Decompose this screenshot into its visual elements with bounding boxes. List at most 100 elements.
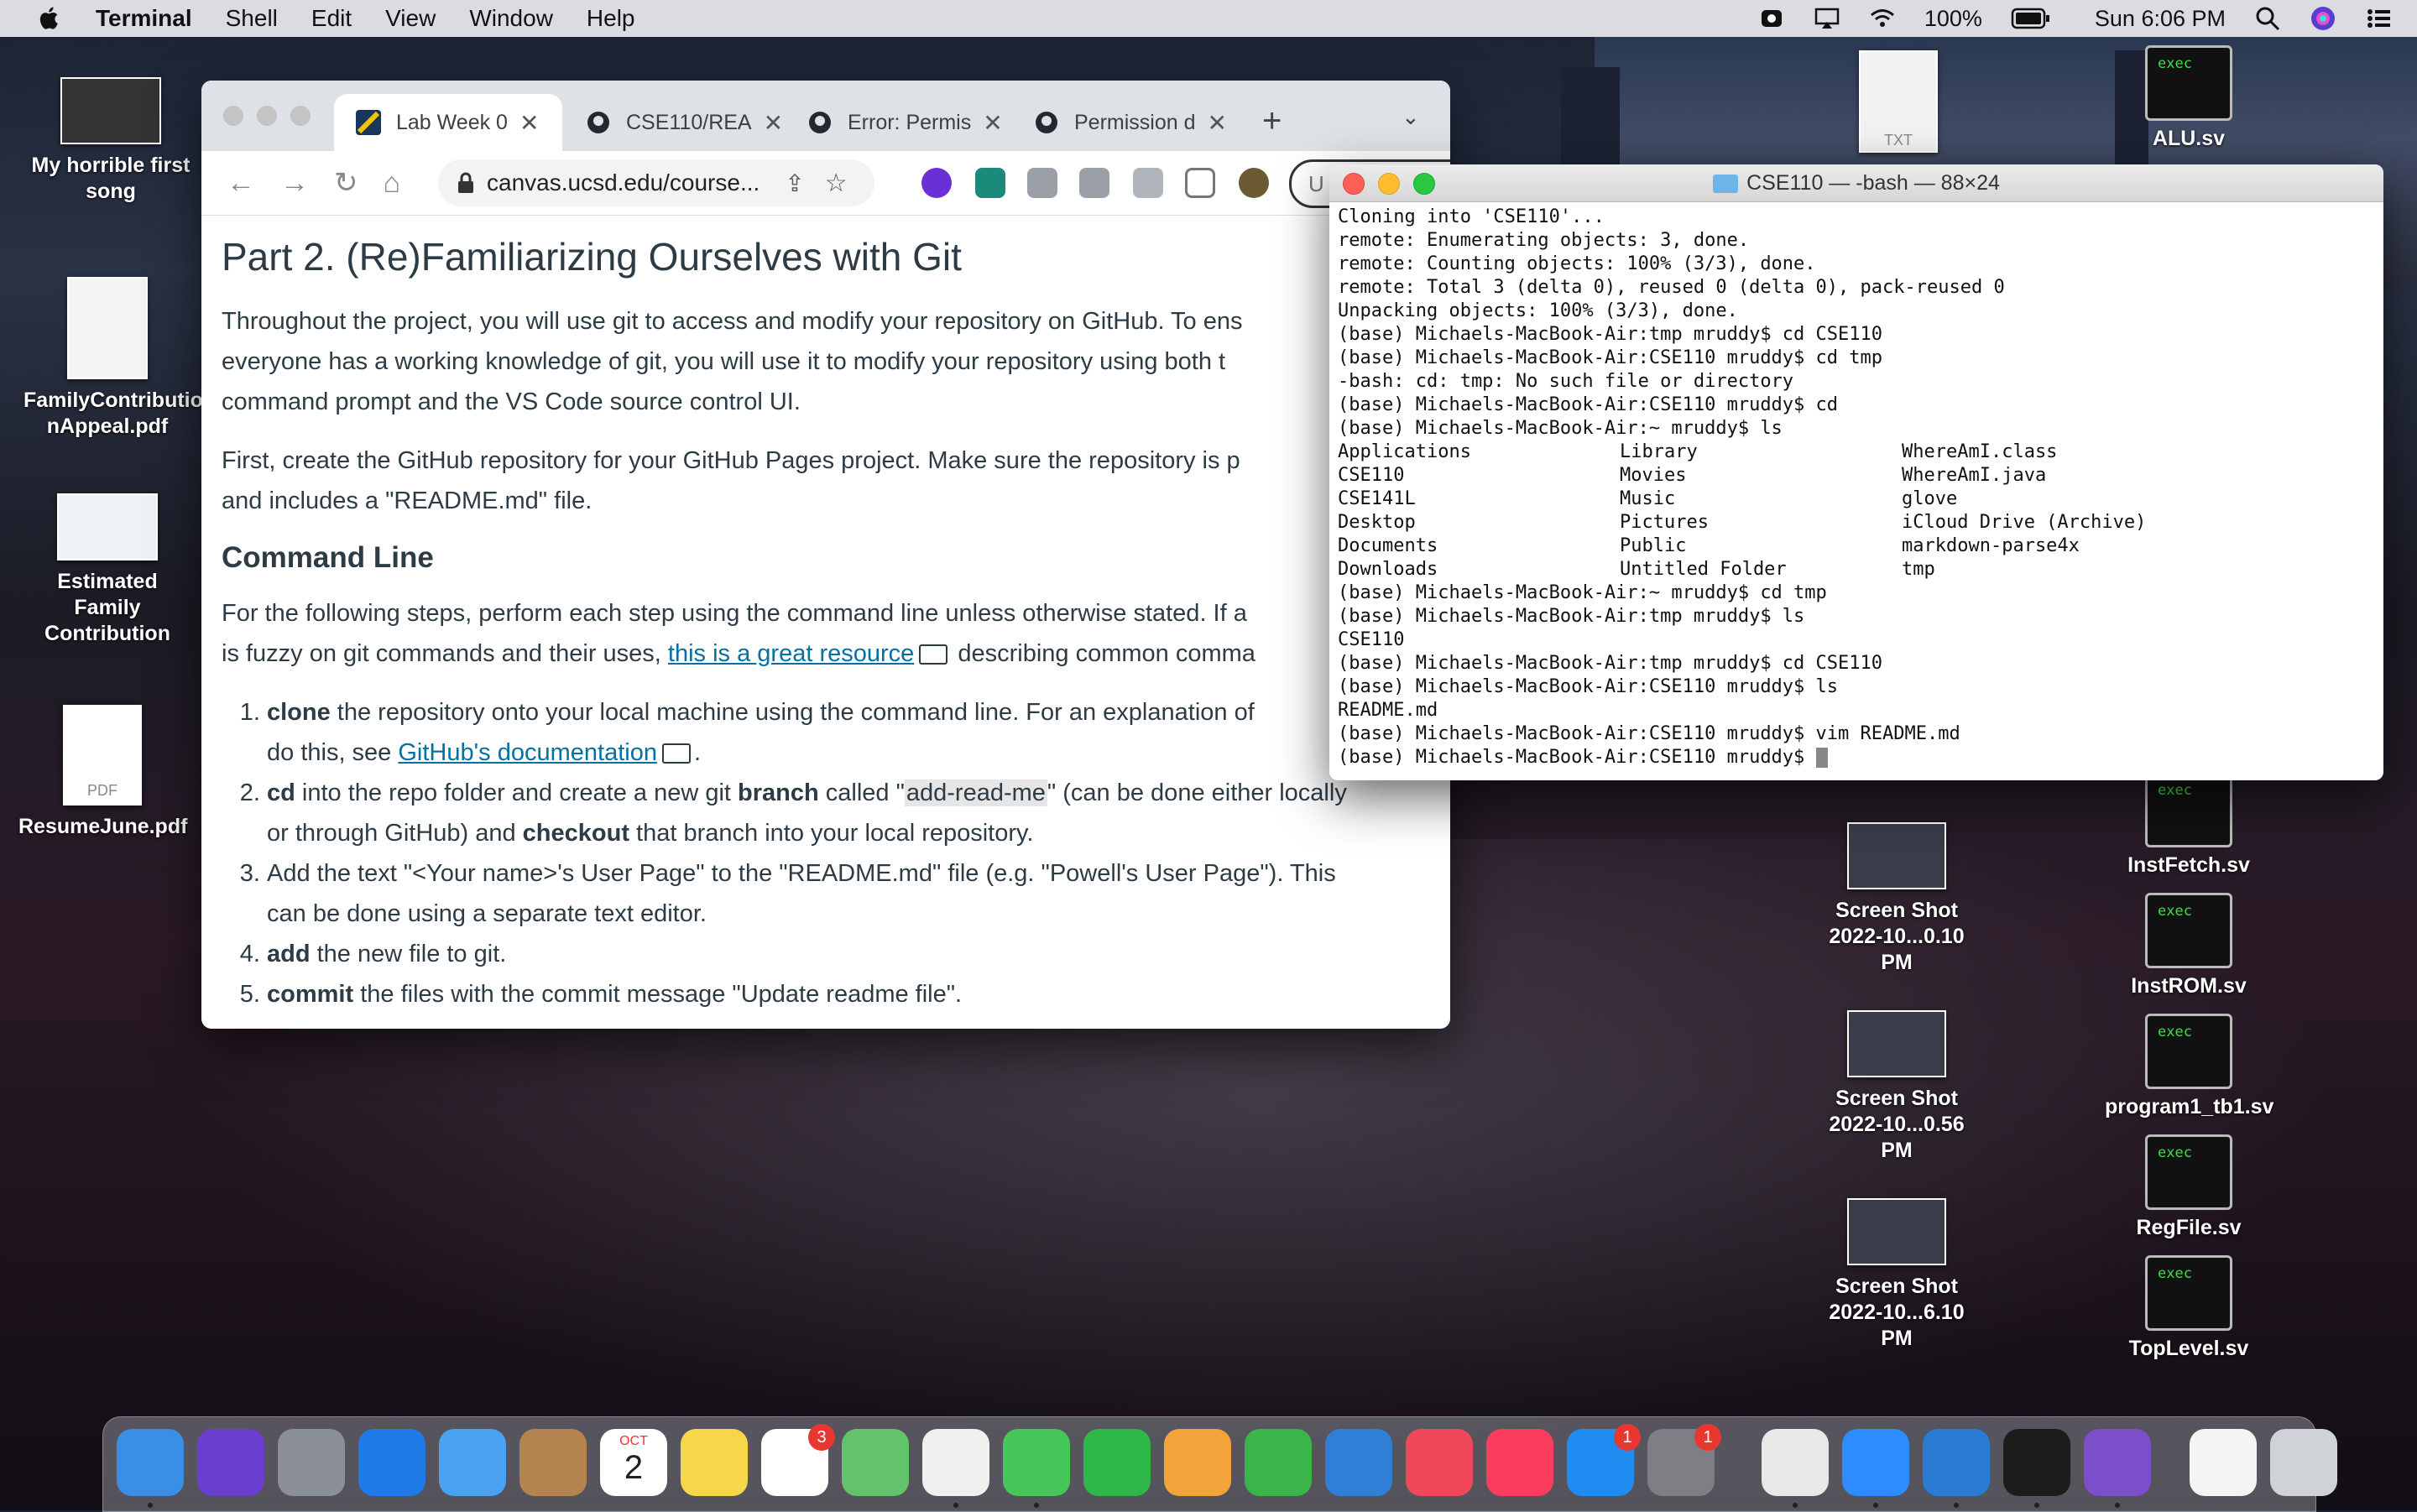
trash-icon[interactable] [2270,1429,2337,1496]
close-window-button[interactable] [223,106,243,126]
menu-app-name[interactable]: Terminal [96,5,192,32]
desktop-item-regfile[interactable]: exec RegFile.sv [2105,1134,2273,1241]
close-icon[interactable]: ✕ [983,109,1002,137]
s-extension-icon[interactable] [975,168,1005,198]
siri-icon[interactable] [2310,5,2336,32]
messages-icon[interactable] [1003,1429,1070,1496]
zoom-icon[interactable] [1842,1429,1909,1496]
maps-icon[interactable] [842,1429,909,1496]
github-desktop-icon[interactable] [2084,1429,2151,1496]
chrome-icon[interactable] [1762,1429,1829,1496]
calendar-icon[interactable]: OCT 2 [600,1429,667,1496]
lock-icon[interactable] [457,172,475,194]
minimize-window-button[interactable] [1378,173,1400,195]
battery-percent[interactable]: 100% [1924,6,1982,32]
mail-icon[interactable] [439,1429,506,1496]
address-bar[interactable]: canvas.ucsd.edu/course... ⇪ ☆ [438,159,874,206]
running-indicator [953,1503,958,1508]
terminal-line: (base) Michaels-MacBook-Air:CSE110 mrudd… [1338,394,1839,415]
contacts-icon[interactable] [519,1429,587,1496]
menu-view[interactable]: View [385,5,436,32]
terminal-output[interactable]: Cloning into 'CSE110'... remote: Enumerat… [1329,202,2383,773]
photos-icon[interactable] [922,1429,989,1496]
desktop-item-alu[interactable]: exec ALU.sv [2105,45,2273,152]
code-extension-icon[interactable] [1027,168,1057,198]
k-extension-icon[interactable] [921,168,952,198]
battery-icon[interactable] [2011,7,2051,30]
tab-lab-week-0[interactable]: Lab Week 0 ✕ [334,94,562,151]
ls-entry: Applications [1338,441,1471,462]
finder-icon[interactable] [117,1429,184,1496]
back-arrow-icon[interactable]: ← [227,167,255,200]
pages-icon[interactable] [1164,1429,1231,1496]
apple-icon[interactable] [35,4,64,33]
desktop-item-instrom[interactable]: exec InstROM.sv [2105,893,2273,999]
terminal-icon[interactable] [2003,1429,2070,1496]
desktop-item-screenshot-1[interactable]: Screen Shot 2022-10...0.10 PM [1813,822,1981,976]
new-tab-plus-icon[interactable]: + [1262,102,1282,140]
external-link-icon[interactable] [919,644,948,665]
terminal-title-bar[interactable]: CSE110 — -bash — 88×24 [1329,164,2383,202]
desktop-item-label: 2022-10...0.56 PM [1829,1113,1965,1162]
control-center-icon[interactable] [2365,5,2392,32]
close-icon[interactable]: ✕ [519,109,539,137]
close-icon[interactable]: ✕ [1208,109,1227,137]
menu-window[interactable]: Window [469,5,553,32]
terminal-prompt-line[interactable]: (base) Michaels-MacBook-Air:CSE110 mrudd… [1338,746,2375,769]
music-icon[interactable] [1486,1429,1553,1496]
notes-icon[interactable] [681,1429,748,1496]
system-preferences-icon[interactable]: 1 [1647,1424,1721,1496]
screen-record-icon[interactable] [1758,5,1785,32]
news-icon[interactable] [1406,1429,1473,1496]
desktop-item-toplevel[interactable]: exec TopLevel.sv [2105,1255,2273,1362]
desktop-item-txt-file[interactable]: TXT [1814,50,1982,161]
keynote-icon[interactable] [1325,1429,1392,1496]
reminders-icon[interactable]: 3 [761,1424,835,1496]
tab-error-permission[interactable]: Error: Permis ✕ [786,94,1010,151]
facetime-icon[interactable] [1083,1429,1151,1496]
menu-help[interactable]: Help [587,5,635,32]
menu-clock[interactable]: Sun 6:06 PM [2095,6,2226,32]
safari-icon[interactable] [358,1429,425,1496]
close-icon[interactable]: ✕ [764,109,783,137]
github-docs-link[interactable]: GitHub's documentation [398,739,657,766]
tab-cse110-readme[interactable]: CSE110/REA ✕ [564,94,784,151]
siri-icon[interactable] [197,1429,264,1496]
launchpad-icon[interactable] [278,1429,345,1496]
media-queue-icon[interactable] [1133,168,1163,198]
numbers-icon[interactable] [1245,1429,1312,1496]
tab-permission-denied[interactable]: Permission d ✕ [1012,94,1239,151]
desktop-item-screenshot-3[interactable]: Screen Shot 2022-10...6.10 PM [1813,1198,1981,1352]
url-text[interactable]: canvas.ucsd.edu/course... [487,169,760,196]
desktop-item-program1-tb1[interactable]: exec program1_tb1.sv [2105,1014,2273,1120]
airplay-icon[interactable] [1814,5,1840,32]
zoom-window-button[interactable] [290,106,311,126]
wifi-icon[interactable] [1869,5,1896,32]
desktop-item-screenshot-2[interactable]: Screen Shot 2022-10...0.56 PM [1813,1010,1981,1164]
vscode-icon[interactable] [1923,1429,1990,1496]
reload-icon[interactable]: ↻ [334,166,358,200]
desktop-item-song[interactable]: My horrible first song [27,77,195,205]
bookmark-star-icon[interactable]: ☆ [825,169,848,198]
desktop-item-estimated-family-contribution[interactable]: Estimated Family Contribution [23,493,191,647]
side-panel-icon[interactable] [1185,168,1215,198]
forward-arrow-icon[interactable]: → [280,167,309,200]
close-window-button[interactable] [1343,173,1365,195]
desktop-item-family-contribution-appeal[interactable]: FamilyContributio nAppeal.pdf [23,277,203,440]
extensions-puzzle-icon[interactable] [1079,168,1109,198]
minimize-window-button[interactable] [257,106,277,126]
spotlight-search-icon[interactable] [2254,5,2281,32]
tab-search-chevron-icon[interactable]: ⌄ [1402,104,1420,130]
menu-edit[interactable]: Edit [311,5,352,32]
desktop-item-instfetch[interactable]: exec InstFetch.sv [2105,772,2273,879]
great-resource-link[interactable]: this is a great resource [668,640,914,667]
external-link-icon[interactable] [661,743,691,764]
desktop-item-resume[interactable]: PDF ResumeJune.pdf [18,705,187,840]
home-icon[interactable]: ⌂ [384,167,401,200]
zoom-window-button[interactable] [1413,173,1435,195]
menu-shell[interactable]: Shell [226,5,278,32]
profile-avatar[interactable] [1239,168,1269,198]
document-icon[interactable] [2190,1429,2257,1496]
app-store-icon[interactable]: 1 [1567,1424,1641,1496]
share-icon[interactable]: ⇪ [785,169,804,197]
